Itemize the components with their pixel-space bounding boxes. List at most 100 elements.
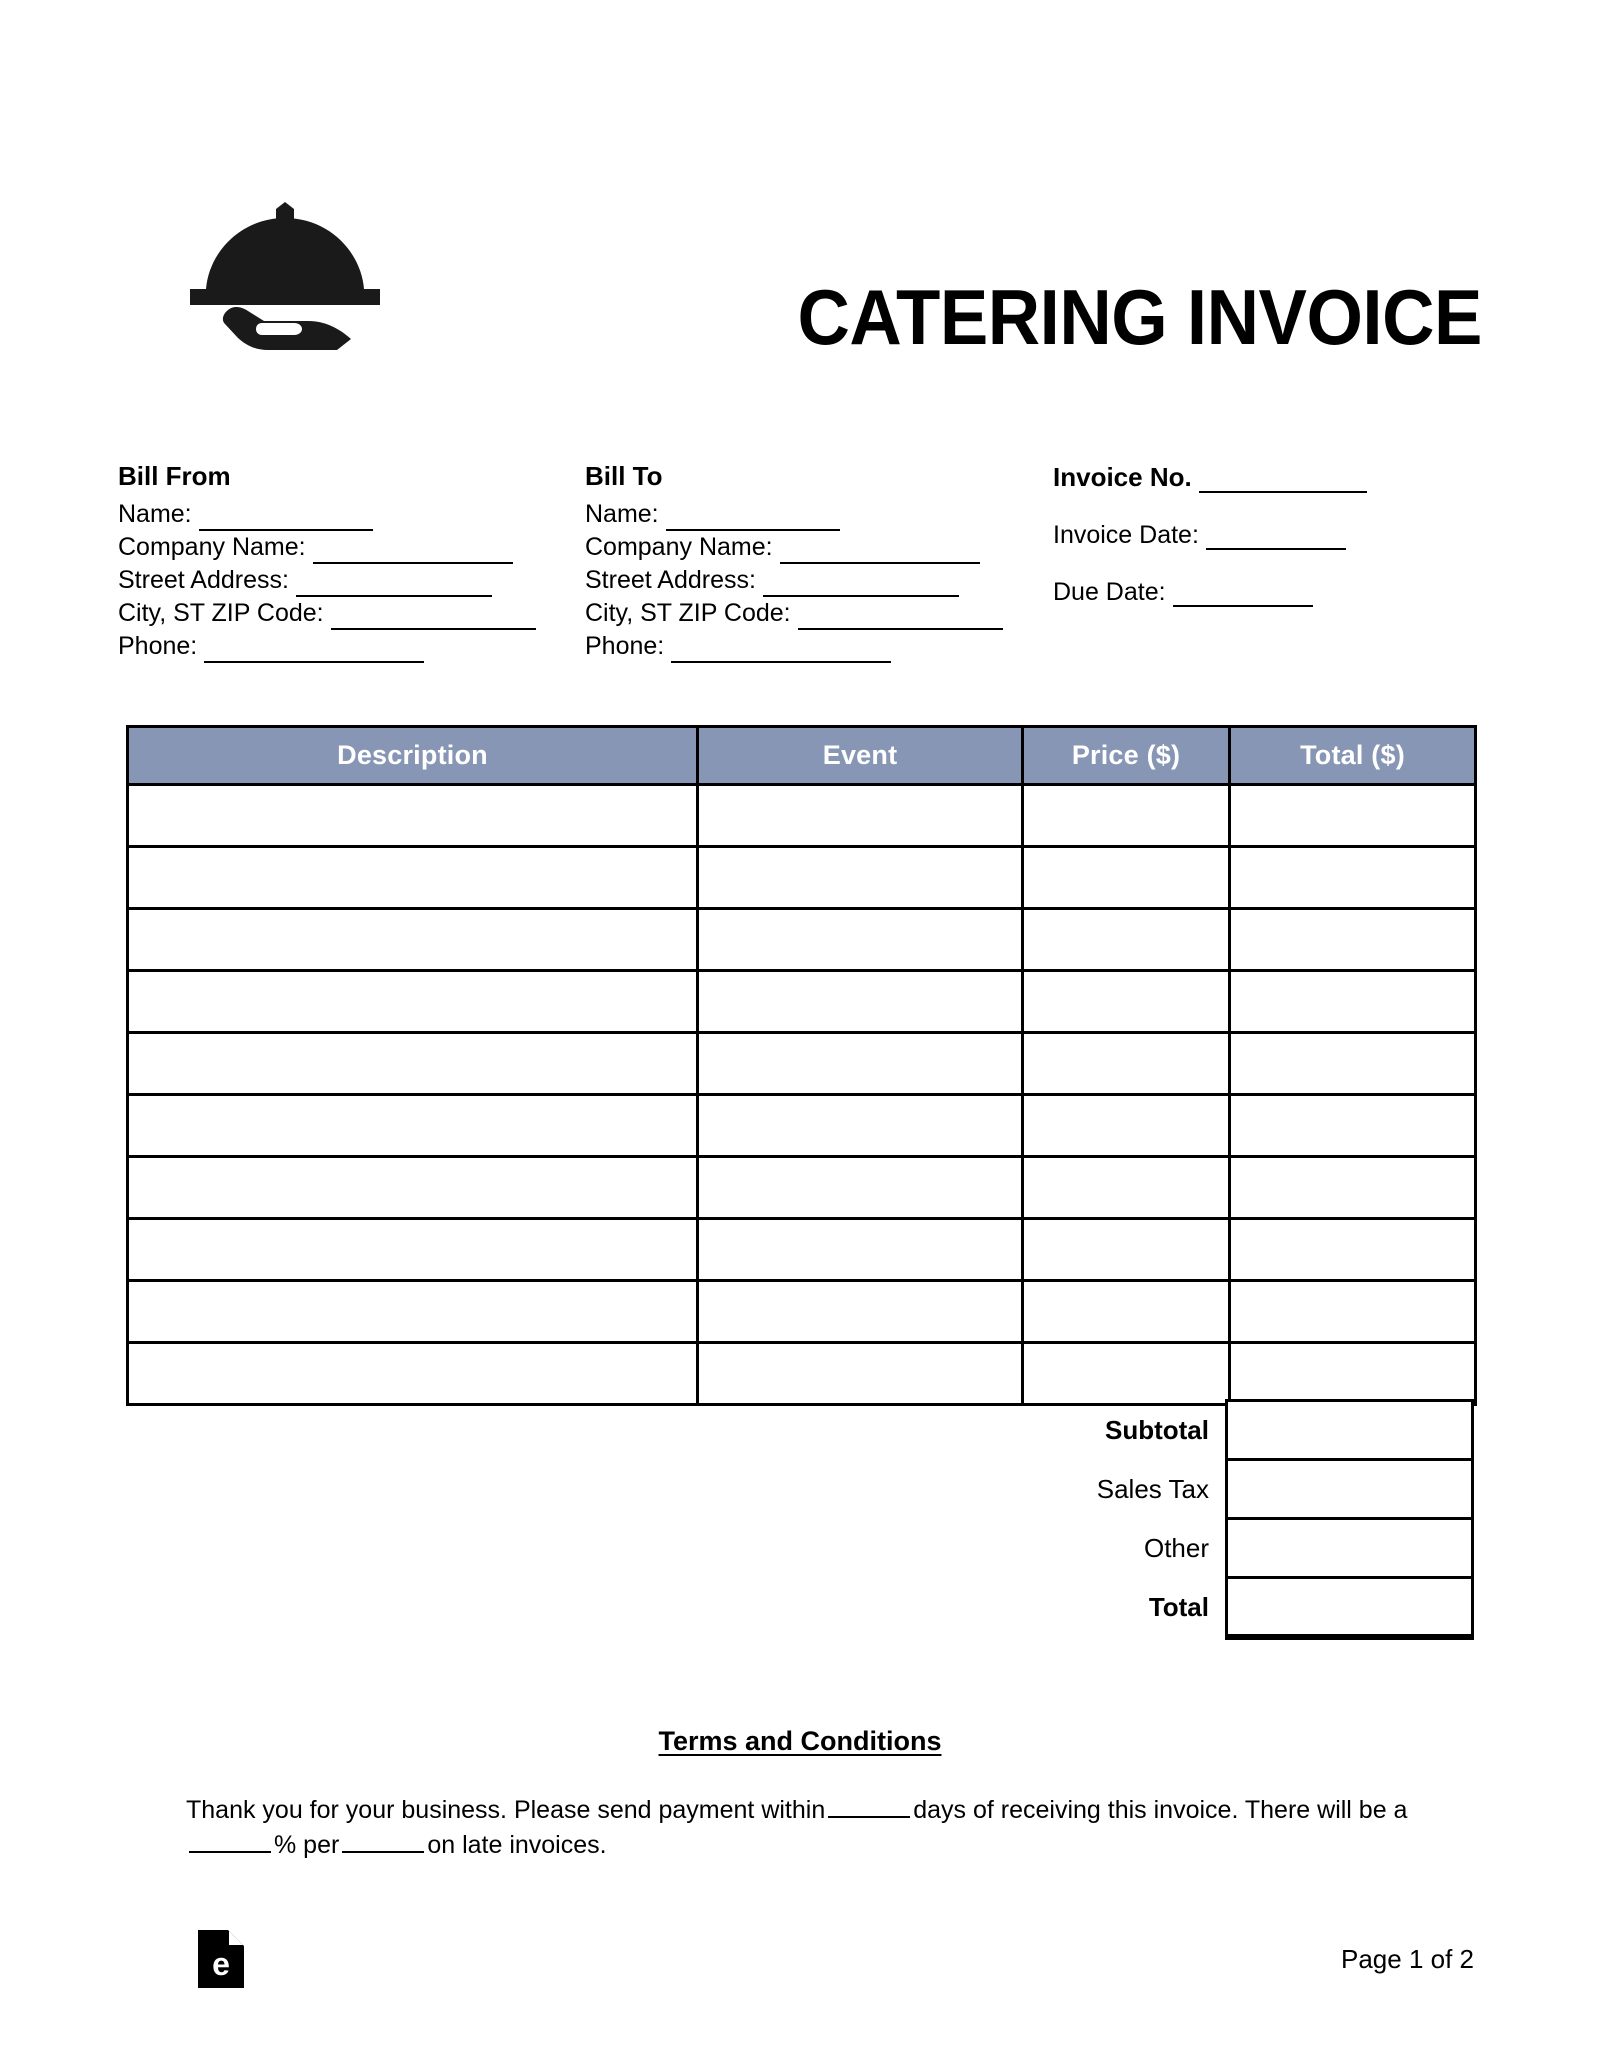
cell-event[interactable] — [696, 1279, 1024, 1344]
cell-description[interactable] — [126, 1279, 699, 1344]
cell-total[interactable] — [1228, 907, 1477, 972]
page-number: Page 1 of 2 — [1341, 1944, 1474, 1974]
bill-from-company-input[interactable] — [312, 544, 513, 564]
bill-from-street-row: Street Address: — [118, 564, 578, 597]
table-row — [126, 1279, 1477, 1344]
totals-spacer — [125, 1460, 1020, 1519]
bill-from-city-label: City, ST ZIP Code: — [118, 598, 324, 627]
cell-event[interactable] — [696, 1341, 1024, 1406]
bill-to-city-input[interactable] — [797, 610, 1003, 630]
total-row: Total — [125, 1576, 1474, 1640]
terms-period-input[interactable] — [342, 1834, 425, 1853]
table-row — [126, 1217, 1477, 1282]
bill-to-name-label: Name: — [585, 499, 659, 528]
bill-to-company-input[interactable] — [779, 544, 980, 564]
invoice-date-label: Invoice Date: — [1053, 521, 1199, 549]
cell-price[interactable] — [1021, 1279, 1231, 1344]
cell-description[interactable] — [126, 1341, 699, 1406]
page-title: CATERING INVOICE — [797, 273, 1483, 361]
cell-price[interactable] — [1021, 845, 1231, 910]
bill-to-block: Bill To Name: Company Name: Street Addre… — [585, 461, 1045, 663]
cell-description[interactable] — [126, 907, 699, 972]
invoice-date-input[interactable] — [1205, 530, 1346, 550]
bill-to-name-input[interactable] — [665, 511, 840, 531]
terms-days-input[interactable] — [828, 1799, 911, 1818]
table-row — [126, 907, 1477, 972]
cell-total[interactable] — [1228, 845, 1477, 910]
terms-text-4: on late invoices. — [427, 1830, 607, 1859]
other-label: Other — [1143, 1532, 1209, 1563]
cell-event[interactable] — [696, 1155, 1024, 1220]
bill-to-city-label: City, ST ZIP Code: — [585, 598, 791, 627]
sales-tax-label: Sales Tax — [1096, 1473, 1209, 1504]
bill-to-phone-input[interactable] — [671, 643, 892, 663]
cell-description[interactable] — [126, 1093, 699, 1158]
subtotal-value[interactable] — [1225, 1399, 1474, 1461]
cell-description[interactable] — [126, 1217, 699, 1282]
cell-description[interactable] — [126, 845, 699, 910]
invoice-number-input[interactable] — [1198, 473, 1367, 493]
cell-event[interactable] — [696, 845, 1024, 910]
cell-price[interactable] — [1021, 969, 1231, 1034]
due-date-label: Due Date: — [1053, 578, 1166, 606]
bill-to-phone-row: Phone: — [585, 630, 1045, 663]
bill-to-street-label: Street Address: — [585, 565, 756, 594]
terms-title: Terms and Conditions — [658, 1726, 942, 1756]
cell-description[interactable] — [126, 1155, 699, 1220]
bill-from-company-row: Company Name: — [118, 531, 578, 564]
bill-from-heading: Bill From — [118, 461, 231, 491]
terms-text-1: Thank you for your business. Please send… — [186, 1796, 826, 1824]
table-header-row: Description Event Price ($) Total ($) — [126, 725, 1477, 786]
cell-price[interactable] — [1021, 783, 1231, 848]
cell-event[interactable] — [696, 1217, 1024, 1282]
total-value[interactable] — [1225, 1576, 1474, 1640]
cell-total[interactable] — [1228, 1217, 1477, 1282]
terms-text-3: % per — [274, 1830, 340, 1859]
cell-total[interactable] — [1228, 969, 1477, 1034]
bill-to-city-row: City, ST ZIP Code: — [585, 597, 1045, 630]
column-header-total: Total ($) — [1228, 725, 1477, 786]
bill-from-phone-input[interactable] — [204, 643, 425, 663]
cell-price[interactable] — [1021, 1093, 1231, 1158]
cell-total[interactable] — [1228, 1031, 1477, 1096]
cell-event[interactable] — [696, 783, 1024, 848]
bill-to-phone-label: Phone: — [585, 631, 665, 660]
bill-from-street-label: Street Address: — [118, 565, 289, 594]
invoice-date-row: Invoice Date: — [1053, 521, 1483, 550]
table-row — [126, 1341, 1477, 1406]
other-value[interactable] — [1225, 1517, 1474, 1579]
cell-total[interactable] — [1228, 1155, 1477, 1220]
totals-spacer — [125, 1578, 1020, 1637]
document-header: CATERING INVOICE — [118, 0, 1482, 356]
cell-total[interactable] — [1228, 1341, 1477, 1406]
cell-event[interactable] — [696, 1031, 1024, 1096]
terms-percent-input[interactable] — [189, 1834, 271, 1853]
cell-price[interactable] — [1021, 1155, 1231, 1220]
bill-from-street-input[interactable] — [295, 577, 492, 597]
svg-text:e: e — [212, 1946, 230, 1982]
invoice-page: CATERING INVOICE Bill From Name: Company… — [0, 0, 1600, 2069]
bill-to-street-input[interactable] — [762, 577, 959, 597]
cell-total[interactable] — [1228, 1093, 1477, 1158]
column-header-description: Description — [126, 725, 699, 786]
table-row — [126, 1155, 1477, 1220]
cell-price[interactable] — [1021, 1217, 1231, 1282]
line-items-table: Description Event Price ($) Total ($) — [126, 725, 1477, 1406]
bill-from-name-input[interactable] — [198, 511, 373, 531]
due-date-input[interactable] — [1172, 587, 1313, 607]
cell-price[interactable] — [1021, 907, 1231, 972]
bill-from-city-input[interactable] — [330, 610, 536, 630]
cell-description[interactable] — [126, 783, 699, 848]
cell-price[interactable] — [1021, 1341, 1231, 1406]
cell-event[interactable] — [696, 907, 1024, 972]
cell-event[interactable] — [696, 1093, 1024, 1158]
cell-description[interactable] — [126, 1031, 699, 1096]
sales-tax-value[interactable] — [1225, 1458, 1474, 1520]
column-header-event: Event — [696, 725, 1024, 786]
cell-total[interactable] — [1228, 783, 1477, 848]
cell-total[interactable] — [1228, 1279, 1477, 1344]
cell-description[interactable] — [126, 969, 699, 1034]
cell-price[interactable] — [1021, 1031, 1231, 1096]
bill-from-name-row: Name: — [118, 498, 578, 531]
cell-event[interactable] — [696, 969, 1024, 1034]
